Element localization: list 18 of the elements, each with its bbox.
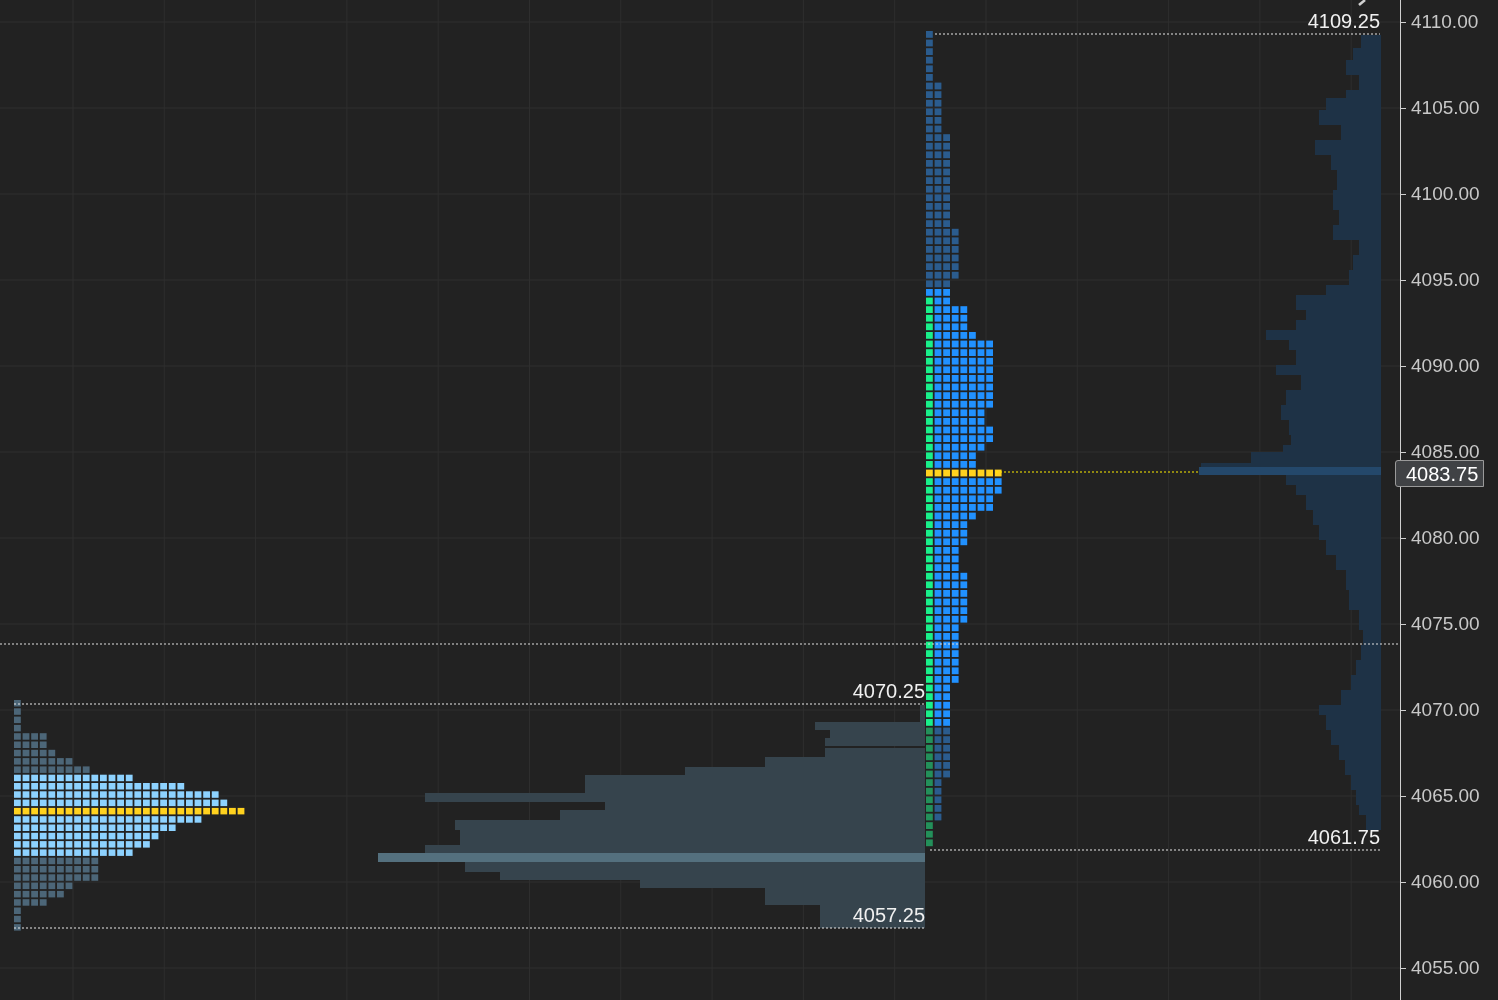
- axis-label: 4075.00: [1411, 614, 1480, 633]
- axis-label: 4060.00: [1411, 872, 1480, 891]
- current-price-tag: 4083.75: [1395, 460, 1485, 487]
- axis-label: 4110.00: [1411, 12, 1479, 31]
- price-level-label: 4109.25: [1307, 11, 1380, 31]
- axis-label: 4105.00: [1411, 98, 1480, 117]
- axis-label: 4090.00: [1411, 356, 1480, 375]
- pencil-icon[interactable]: [1358, 0, 1366, 6]
- axis-label: 4100.00: [1411, 184, 1480, 203]
- axis-label: 4095.00: [1411, 270, 1480, 289]
- axis-label: 4080.00: [1411, 528, 1480, 547]
- axis-label: 4065.00: [1411, 786, 1480, 805]
- axis-label: 4055.00: [1411, 958, 1480, 977]
- price-level-label: 4061.75: [1307, 827, 1380, 847]
- price-level-label: 4070.25: [852, 681, 925, 701]
- axis-label: 4085.00: [1411, 442, 1480, 461]
- price-level-label: 4057.25: [852, 905, 925, 925]
- axis-label: 4070.00: [1411, 700, 1480, 719]
